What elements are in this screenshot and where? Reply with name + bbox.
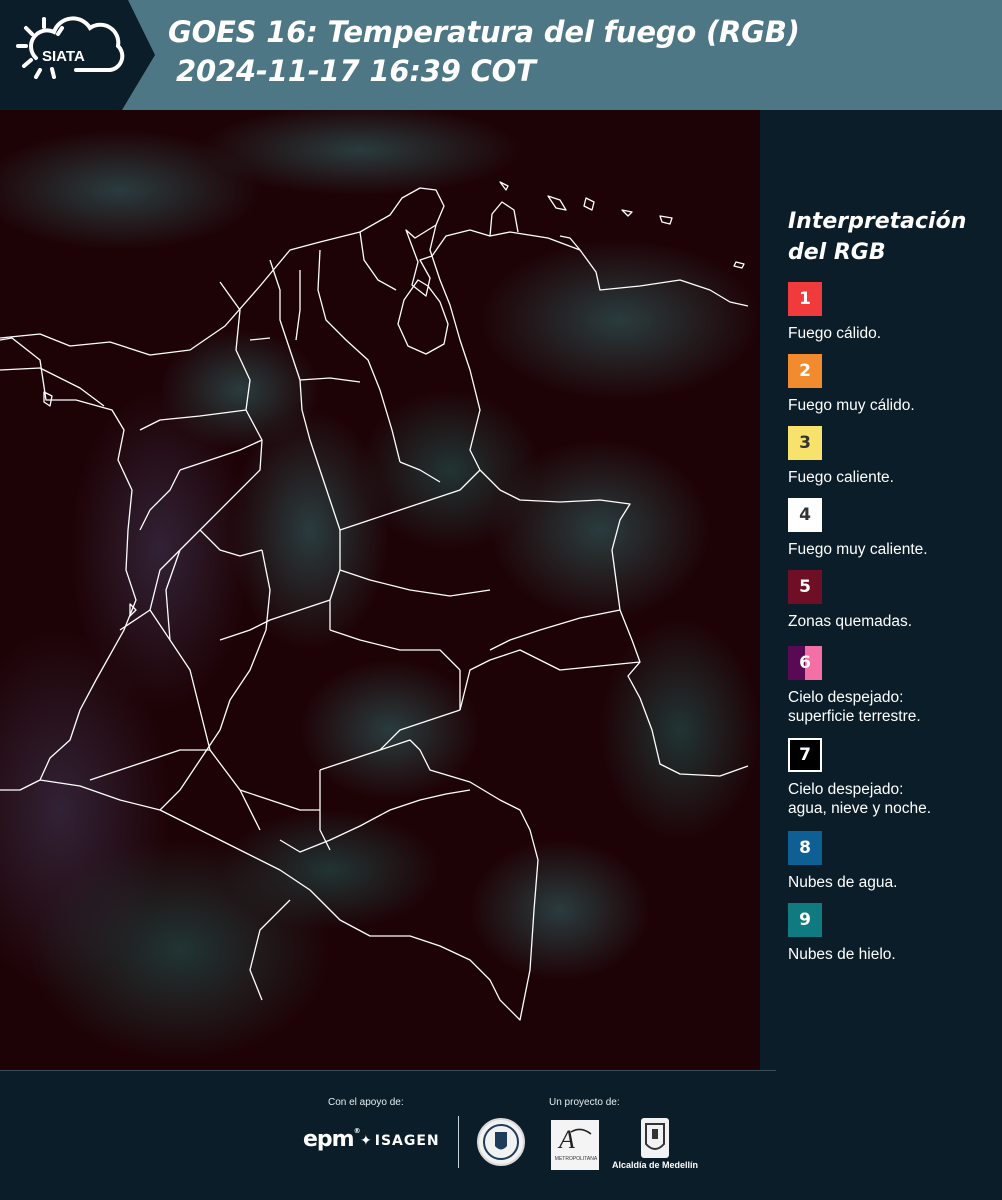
legend-label: Fuego muy cálido. (788, 397, 915, 414)
header: SIATA GOES 16: Temperatura del fuego (RG… (0, 0, 1002, 110)
legend-item: 9 Nubes de hielo. (788, 903, 998, 964)
legend-label: Cielo despejado: superficie terrestre. (788, 689, 921, 725)
medellin-caption: Alcaldía de Medellín (612, 1160, 699, 1170)
epm-logo: epm® (303, 1127, 361, 1152)
page-title: GOES 16: Temperatura del fuego (RGB) (168, 15, 800, 49)
legend-swatch: 2 (788, 354, 822, 388)
area-metropolitana-text: METROPOLITANA (554, 1156, 598, 1162)
legend-item: 3 Fuego caliente. (788, 426, 998, 487)
legend-swatch: 1 (788, 282, 822, 316)
legend-label: Nubes de hielo. (788, 946, 896, 963)
legend-item: 7 Cielo despejado: agua, nieve y noche. (788, 738, 998, 818)
legend-label: Fuego muy caliente. (788, 541, 928, 558)
antioquia-seal-icon (477, 1118, 525, 1166)
legend-swatch: 6 (788, 646, 822, 680)
siata-logo-text: SIATA (42, 48, 85, 65)
legend-label: Cielo despejado: agua, nieve y noche. (788, 781, 932, 817)
timestamp: 2024-11-17 16:39 COT (176, 54, 536, 88)
legend-number: 8 (799, 838, 811, 858)
footer: Con el apoyo de: Un proyecto de: epm® ✦ I… (0, 1070, 1002, 1200)
legend-swatch: 8 (788, 831, 822, 865)
legend-number: 7 (799, 745, 811, 765)
satellite-map (0, 110, 760, 1070)
legend-number: 5 (799, 577, 811, 597)
support-caption: Con el apoyo de: (328, 1097, 404, 1108)
legend-item: 6 Cielo despejado: superficie terrestre. (788, 646, 998, 726)
isagen-logo: ✦ ISAGEN (360, 1133, 440, 1149)
legend-number: 9 (799, 910, 811, 930)
legend-swatch: 9 (788, 903, 822, 937)
legend-panel: Interpretación del RGB 1 Fuego cálido. 2 Fu… (760, 110, 1002, 1070)
legend-number: 4 (799, 505, 811, 525)
siata-logo: SIATA (16, 16, 125, 79)
map-canvas (0, 110, 760, 1070)
legend-label: Zonas quemadas. (788, 613, 913, 630)
legend-number: 2 (799, 361, 811, 381)
legend-swatch: 3 (788, 426, 822, 460)
legend-number: 1 (799, 289, 811, 309)
legend-item: 4 Fuego muy caliente. (788, 498, 998, 559)
legend-label: Fuego cálido. (788, 325, 882, 342)
medellin-seal-icon (641, 1118, 669, 1158)
legend-title-line1: Interpretación (788, 209, 967, 234)
legend-label: Fuego caliente. (788, 469, 894, 486)
legend-item: 8 Nubes de agua. (788, 831, 998, 892)
legend-label: Nubes de agua. (788, 874, 898, 891)
isagen-mark-icon: ✦ (360, 1133, 373, 1149)
legend-swatch: 5 (788, 570, 822, 604)
isagen-logo-text: ISAGEN (374, 1133, 440, 1149)
legend-swatch: 4 (788, 498, 822, 532)
legend-title-line2: del RGB (788, 240, 886, 265)
epm-logo-text: epm (303, 1127, 355, 1152)
legend-item: 2 Fuego muy cálido. (788, 354, 998, 415)
footer-divider (458, 1116, 459, 1168)
legend-swatch: 7 (788, 738, 822, 772)
project-caption: Un proyecto de: (549, 1097, 620, 1108)
area-metropolitana-logo: A (551, 1120, 599, 1170)
legend-title: Interpretación del RGB (788, 206, 988, 268)
legend-item: 1 Fuego cálido. (788, 282, 998, 343)
legend-number: 6 (799, 653, 811, 673)
legend-number: 3 (799, 433, 811, 453)
footer-separator (0, 1070, 776, 1071)
legend-item: 5 Zonas quemadas. (788, 570, 998, 631)
svg-text:A: A (557, 1125, 575, 1154)
